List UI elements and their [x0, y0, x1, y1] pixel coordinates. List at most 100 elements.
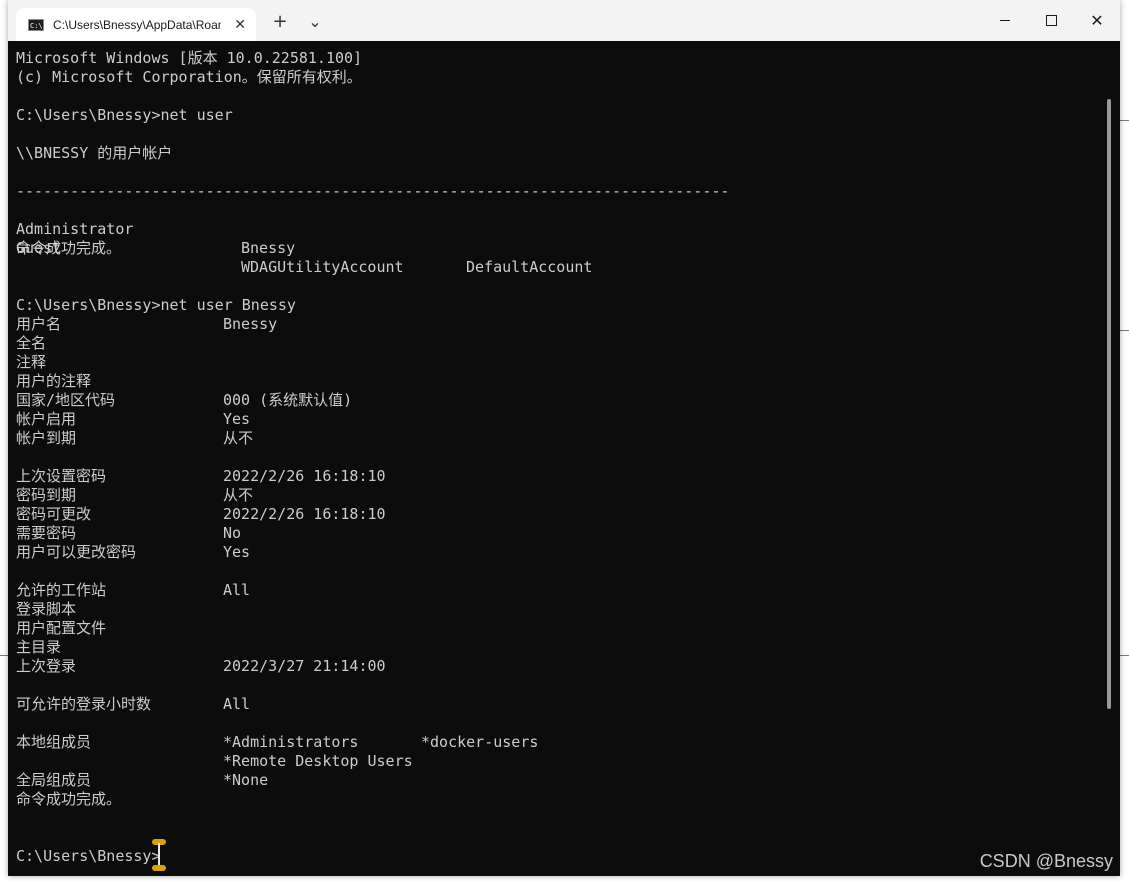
tab-dropdown-button[interactable]: ⌄: [300, 8, 330, 34]
minimize-icon: [1000, 20, 1010, 21]
field-row: 全名: [16, 334, 916, 353]
field-value: 2022/2/26 16:18:10: [223, 467, 386, 485]
text-cursor: [152, 839, 166, 871]
field-row: 可允许的登录小时数 All: [16, 695, 916, 714]
field-row: [16, 562, 916, 581]
chevron-down-icon: ⌄: [308, 11, 322, 31]
account-name: DefaultAccount: [466, 258, 593, 276]
command-prompt[interactable]: C:\Users\Bnessy>: [16, 847, 161, 866]
command-status: 命令成功完成。: [16, 239, 122, 257]
field-label: 登录脚本: [16, 600, 77, 618]
field-label: 注释: [16, 353, 47, 371]
field-label: 可允许的登录小时数: [16, 695, 152, 713]
cursor-handle: [152, 865, 166, 871]
field-row: 本地组成员 *Administrators *docker-users: [16, 733, 916, 752]
title-bar[interactable]: C:\ C:\Users\Bnessy\AppData\Roam ✕ + ⌄ ✕: [8, 0, 1120, 41]
maximize-icon: [1045, 15, 1057, 26]
cursor-bar: [158, 843, 160, 867]
field-row: 密码可更改 2022/2/26 16:18:10: [16, 505, 916, 524]
console-line: (c) Microsoft Corporation。保留所有权利。: [16, 68, 362, 86]
field-label: 国家/地区代码: [16, 391, 116, 409]
field-label: 主目录: [16, 638, 62, 656]
console-command: C:\Users\Bnessy>net user Bnessy: [16, 296, 296, 314]
field-row: 用户的注释: [16, 372, 916, 391]
background-line: [1120, 120, 1129, 121]
terminal-tab[interactable]: C:\ C:\Users\Bnessy\AppData\Roam ✕: [16, 8, 256, 41]
field-row: 允许的工作站 All: [16, 581, 916, 600]
field-value: 从不: [223, 429, 254, 447]
account-row: Guest WDAGUtilityAccount: [16, 220, 716, 276]
field-label: 用户名: [16, 315, 62, 333]
field-row: [16, 448, 916, 467]
field-row: 上次设置密码 2022/2/26 16:18:10: [16, 467, 916, 486]
field-row: [16, 714, 916, 733]
field-row: 全局组成员 *None: [16, 771, 916, 790]
console-separator: ----------------------------------------…: [16, 182, 730, 200]
field-row: 注释: [16, 353, 916, 372]
field-label: 用户配置文件: [16, 619, 107, 637]
field-value: Yes: [223, 410, 251, 428]
field-row: 用户名 Bnessy: [16, 315, 916, 334]
field-value: All: [223, 695, 251, 713]
command-prompt-icon: C:\: [28, 18, 44, 31]
field-row: 用户配置文件: [16, 619, 916, 638]
minimize-button[interactable]: [982, 0, 1028, 41]
account-name: Bnessy: [241, 239, 296, 257]
field-row: 帐户到期 从不: [16, 429, 916, 448]
field-row: 密码到期 从不: [16, 486, 916, 505]
field-label: 密码可更改: [16, 505, 92, 523]
console-output[interactable]: Microsoft Windows [版本 10.0.22581.100] (c…: [8, 41, 1112, 876]
field-label: 用户的注释: [16, 372, 92, 390]
field-label: 密码到期: [16, 486, 77, 504]
new-tab-button[interactable]: +: [265, 8, 295, 34]
background-line: [0, 655, 8, 656]
maximize-button[interactable]: [1028, 0, 1074, 41]
command-status: 命令成功完成。: [16, 790, 122, 808]
console-line: \\BNESSY 的用户帐户: [16, 144, 173, 162]
field-row: 需要密码 No: [16, 524, 916, 543]
account-name: WDAGUtilityAccount: [241, 258, 404, 276]
field-value: *Administrators: [223, 733, 359, 751]
field-value: 2022/2/26 16:18:10: [223, 505, 386, 523]
field-row: *Remote Desktop Users: [16, 752, 916, 771]
close-button[interactable]: ✕: [1074, 0, 1120, 41]
field-value: Yes: [223, 543, 251, 561]
field-value: *Remote Desktop Users: [223, 752, 413, 770]
scrollbar[interactable]: [1107, 99, 1111, 709]
field-label: 用户可以更改密码: [16, 543, 137, 561]
field-row: 用户可以更改密码 Yes: [16, 543, 916, 562]
field-label: 本地组成员: [16, 733, 92, 751]
plus-icon: +: [272, 10, 288, 32]
tab-title: C:\Users\Bnessy\AppData\Roam: [53, 17, 221, 32]
background-line: [1120, 655, 1129, 656]
field-value: 2022/3/27 21:14:00: [223, 657, 386, 675]
field-row: 上次登录 2022/3/27 21:14:00: [16, 657, 916, 676]
field-value: Bnessy: [223, 315, 278, 333]
field-value: 000 (系统默认值): [223, 391, 353, 409]
field-label: 帐户启用: [16, 410, 77, 428]
console-line: Microsoft Windows [版本 10.0.22581.100]: [16, 49, 363, 67]
field-row: 国家/地区代码 000 (系统默认值): [16, 391, 916, 410]
field-row: [16, 676, 916, 695]
field-label: 全名: [16, 334, 47, 352]
console-line: C:\Users\Bnessy>net user: [16, 106, 233, 124]
field-row: 帐户启用 Yes: [16, 410, 916, 429]
field-value: No: [223, 524, 242, 542]
field-label: 上次设置密码: [16, 467, 107, 485]
field-row: 登录脚本: [16, 600, 916, 619]
field-label: 全局组成员: [16, 771, 92, 789]
field-value: All: [223, 581, 251, 599]
watermark: CSDN @Bnessy: [979, 851, 1113, 871]
field-label: 帐户到期: [16, 429, 77, 447]
field-value: 从不: [223, 486, 254, 504]
background-line: [1120, 330, 1129, 331]
field-value: *None: [223, 771, 269, 789]
terminal-window: C:\ C:\Users\Bnessy\AppData\Roam ✕ + ⌄ ✕…: [8, 0, 1120, 876]
close-icon: ✕: [1090, 10, 1104, 30]
field-label: 上次登录: [16, 657, 77, 675]
field-value: *docker-users: [421, 733, 539, 751]
tab-close-icon[interactable]: ✕: [234, 16, 246, 33]
field-row: 主目录: [16, 638, 916, 657]
account-row: Administrator Bnessy DefaultAccount: [16, 201, 716, 276]
field-label: 允许的工作站: [16, 581, 107, 599]
